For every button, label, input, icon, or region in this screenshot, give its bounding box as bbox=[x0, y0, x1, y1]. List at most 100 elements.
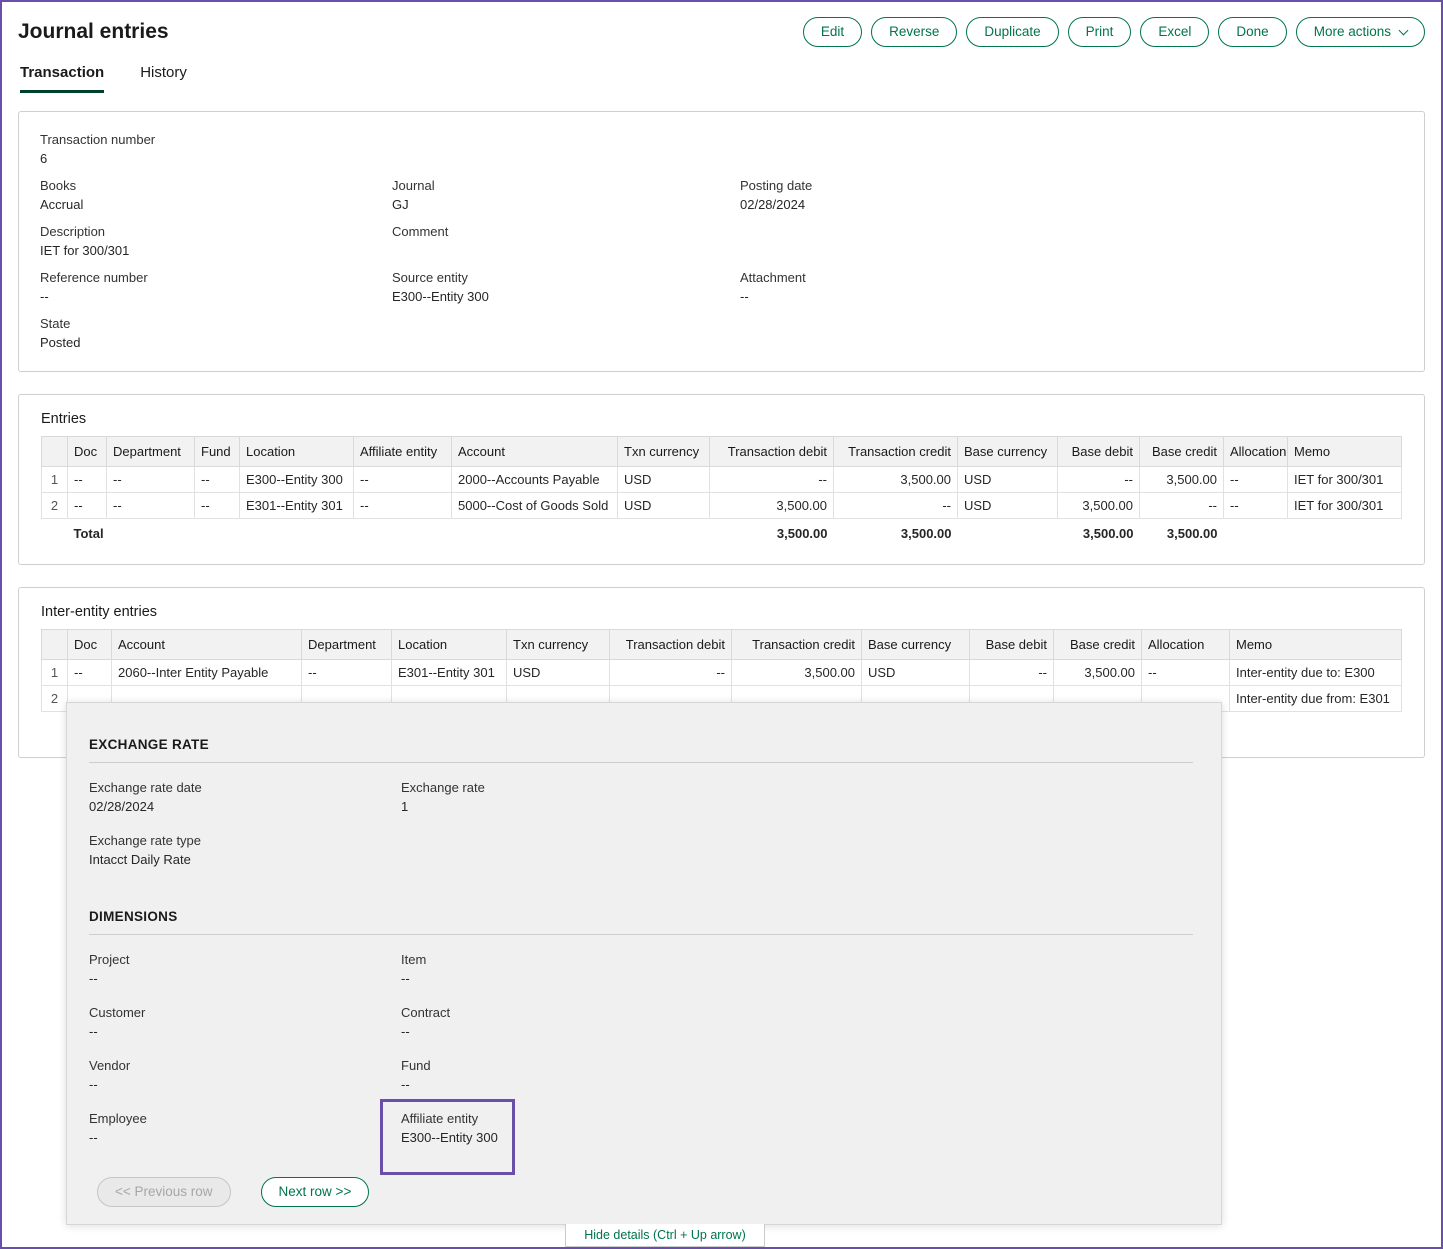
field-label: Description bbox=[40, 223, 392, 241]
cell: -- bbox=[68, 660, 112, 686]
cell: -- bbox=[1224, 493, 1288, 519]
duplicate-button[interactable]: Duplicate bbox=[966, 17, 1058, 47]
cell: -- bbox=[195, 467, 240, 493]
field-exchange-rate-date: Exchange rate date 02/28/2024 bbox=[89, 779, 401, 816]
tab-transaction[interactable]: Transaction bbox=[20, 64, 104, 93]
cell: 1 bbox=[42, 467, 68, 493]
column-header: Allocation bbox=[1142, 630, 1230, 660]
cell: -- bbox=[1140, 493, 1224, 519]
field-value: -- bbox=[89, 1075, 401, 1094]
field-project: Project -- bbox=[89, 951, 401, 988]
field-books: Books Accrual bbox=[40, 177, 392, 214]
done-button[interactable]: Done bbox=[1218, 17, 1286, 47]
field-employee: Employee -- bbox=[89, 1110, 401, 1147]
column-header bbox=[42, 437, 68, 467]
cell: -- bbox=[710, 467, 834, 493]
cell: 3,500.00 bbox=[710, 493, 834, 519]
excel-button[interactable]: Excel bbox=[1140, 17, 1209, 47]
field-label: Contract bbox=[401, 1004, 1193, 1022]
field-label: Books bbox=[40, 177, 392, 195]
entries-table: Doc Department Fund Location Affiliate e… bbox=[41, 436, 1402, 548]
field-affiliate-entity-highlighted: Affiliate entity E300--Entity 300 bbox=[380, 1099, 515, 1175]
field-label: Exchange rate bbox=[401, 779, 1193, 797]
cell bbox=[42, 519, 68, 549]
cell: IET for 300/301 bbox=[1288, 467, 1402, 493]
column-header: Txn currency bbox=[507, 630, 610, 660]
field-label: Employee bbox=[89, 1110, 401, 1128]
field-value: -- bbox=[89, 969, 401, 988]
section-divider bbox=[89, 762, 1193, 763]
cell: -- bbox=[107, 493, 195, 519]
print-button[interactable]: Print bbox=[1068, 17, 1132, 47]
column-header: Doc bbox=[68, 437, 107, 467]
cell: 2060--Inter Entity Payable bbox=[112, 660, 302, 686]
cell: E301--Entity 301 bbox=[392, 660, 507, 686]
field-value: -- bbox=[401, 1075, 1193, 1094]
column-header: Base credit bbox=[1140, 437, 1224, 467]
dimensions-section-title: DIMENSIONS bbox=[89, 909, 1193, 924]
table-row[interactable]: 1 -- 2060--Inter Entity Payable -- E301-… bbox=[42, 660, 1402, 686]
field-value: Posted bbox=[40, 333, 392, 352]
cell: 2 bbox=[42, 493, 68, 519]
column-header bbox=[42, 630, 68, 660]
cell bbox=[618, 519, 710, 549]
total-base-credit: 3,500.00 bbox=[1140, 519, 1224, 549]
cell: -- bbox=[1142, 660, 1230, 686]
more-actions-button[interactable]: More actions bbox=[1296, 17, 1425, 47]
field-comment: Comment bbox=[392, 223, 740, 260]
column-header: Allocation bbox=[1224, 437, 1288, 467]
total-label: Total bbox=[68, 519, 240, 549]
table-row[interactable]: 2 -- -- -- E301--Entity 301 -- 5000--Cos… bbox=[42, 493, 1402, 519]
field-value: IET for 300/301 bbox=[40, 241, 392, 260]
previous-row-button[interactable]: << Previous row bbox=[97, 1177, 231, 1207]
field-value: Accrual bbox=[40, 195, 392, 214]
field-value: -- bbox=[89, 1128, 401, 1147]
header-bar: Journal entries Edit Reverse Duplicate P… bbox=[2, 2, 1441, 58]
field-label: Reference number bbox=[40, 269, 392, 287]
cell bbox=[240, 519, 354, 549]
field-label: Customer bbox=[89, 1004, 401, 1022]
more-actions-label: More actions bbox=[1314, 24, 1391, 40]
field-value: 1 bbox=[401, 797, 1193, 816]
reverse-button[interactable]: Reverse bbox=[871, 17, 957, 47]
table-row[interactable]: 1 -- -- -- E300--Entity 300 -- 2000--Acc… bbox=[42, 467, 1402, 493]
field-value: -- bbox=[401, 1022, 1193, 1041]
field-fund: Fund -- bbox=[401, 1057, 1193, 1094]
exchange-rate-section-title: EXCHANGE RATE bbox=[89, 737, 1193, 752]
field-posting-date: Posting date 02/28/2024 bbox=[740, 177, 1404, 214]
field-label: Fund bbox=[401, 1057, 1193, 1075]
inter-entity-title: Inter-entity entries bbox=[19, 588, 1424, 620]
field-exchange-rate: Exchange rate 1 bbox=[401, 779, 1193, 816]
tab-history[interactable]: History bbox=[140, 64, 187, 93]
field-attachment: Attachment -- bbox=[740, 269, 1404, 306]
field-value: 02/28/2024 bbox=[89, 797, 401, 816]
column-header: Transaction credit bbox=[834, 437, 958, 467]
cell bbox=[452, 519, 618, 549]
next-row-button[interactable]: Next row >> bbox=[261, 1177, 370, 1207]
cell: Inter-entity due from: E301 bbox=[1230, 686, 1402, 712]
hide-details-tab[interactable]: Hide details (Ctrl + Up arrow) bbox=[565, 1224, 765, 1247]
field-value: -- bbox=[401, 969, 1193, 988]
column-header: Transaction debit bbox=[710, 437, 834, 467]
field-vendor: Vendor -- bbox=[89, 1057, 401, 1094]
column-header: Base currency bbox=[958, 437, 1058, 467]
cell: 3,500.00 bbox=[834, 467, 958, 493]
cell bbox=[354, 519, 452, 549]
field-label: Affiliate entity bbox=[401, 1110, 498, 1128]
cell: 2 bbox=[42, 686, 68, 712]
edit-button[interactable]: Edit bbox=[803, 17, 862, 47]
cell: IET for 300/301 bbox=[1288, 493, 1402, 519]
field-value: -- bbox=[89, 1022, 401, 1041]
field-label: Journal bbox=[392, 177, 740, 195]
field-state: State Posted bbox=[40, 315, 392, 352]
cell bbox=[1224, 519, 1288, 549]
cell: USD bbox=[618, 467, 710, 493]
dimensions-fields: Project -- Item -- Customer -- Contract … bbox=[89, 951, 1193, 1163]
cell: E301--Entity 301 bbox=[240, 493, 354, 519]
cell: -- bbox=[354, 493, 452, 519]
cell: -- bbox=[610, 660, 732, 686]
field-label: Exchange rate date bbox=[89, 779, 401, 797]
total-transaction-credit: 3,500.00 bbox=[834, 519, 958, 549]
cell: 3,500.00 bbox=[1140, 467, 1224, 493]
section-divider bbox=[89, 934, 1193, 935]
